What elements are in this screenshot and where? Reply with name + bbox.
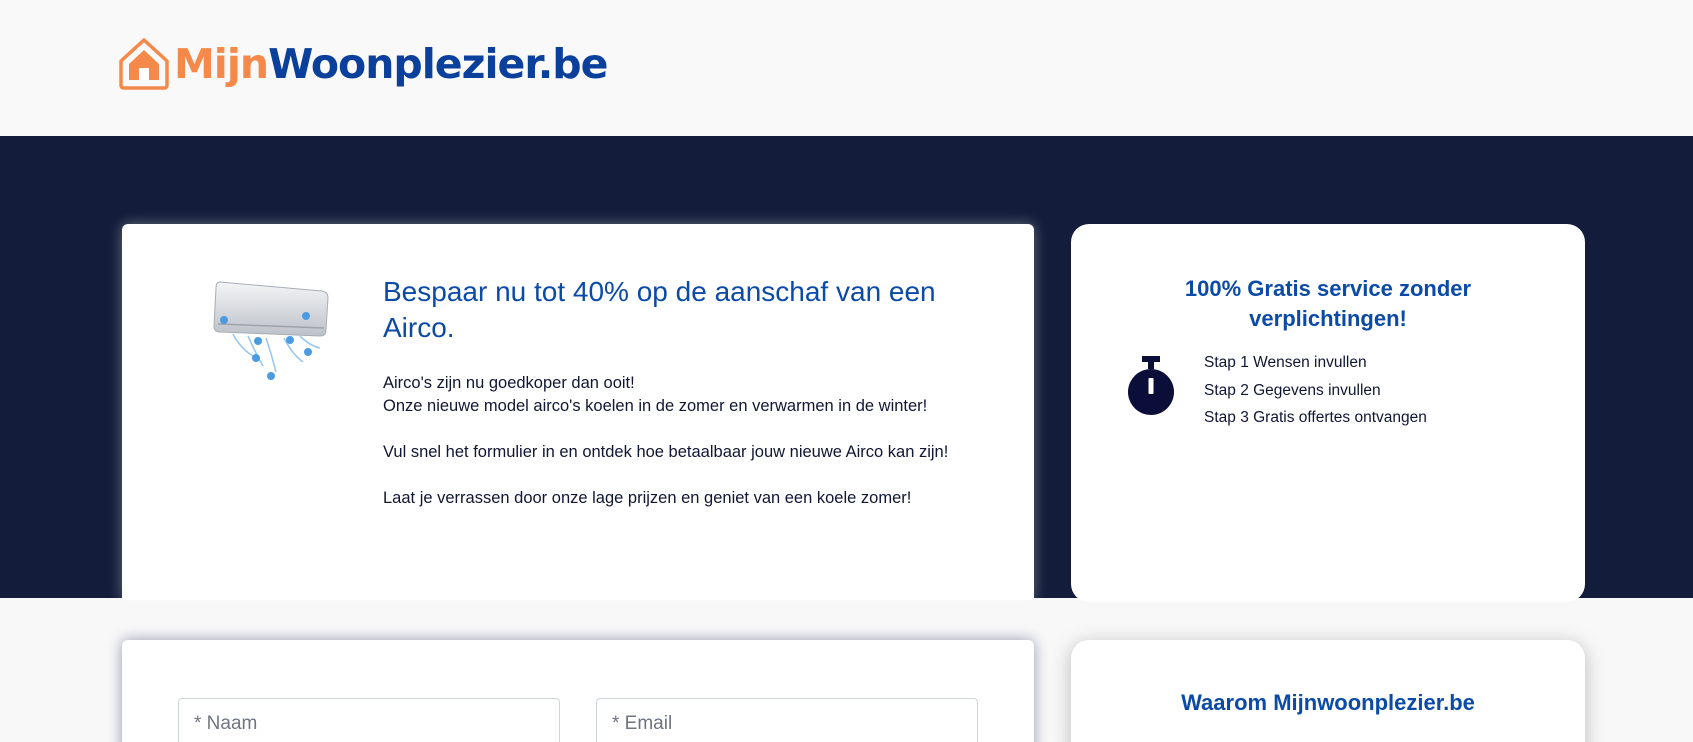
promo-card: Bespaar nu tot 40% op de aanschaf van ee… (122, 224, 1034, 600)
step-3: Stap 3 Gratis offertes ontvangen (1204, 409, 1427, 426)
service-title: 100% Gratis service zonder verplichtinge… (1184, 276, 1472, 331)
promo-paragraph-1: Airco's zijn nu goedkoper dan ooit! Onze… (383, 372, 993, 418)
logo-text-mijn: Mijn (174, 39, 269, 88)
logo-wordmark: MijnWoonplezier.be (174, 43, 608, 85)
email-input[interactable] (596, 698, 978, 742)
step-2: Stap 2 Gegevens invullen (1204, 381, 1381, 399)
step-1: Stap 1 Wensen invullen (1204, 354, 1367, 371)
service-steps: Stap 1 Wensen invullen Stap 2 Gegevens i… (1204, 349, 1427, 432)
promo-line-2: Onze nieuwe model airco's koelen in de z… (383, 397, 928, 415)
why-card: Waarom Mijnwoonplezier.be (1071, 640, 1585, 742)
promo-paragraph-3: Laat je verrassen door onze lage prijzen… (383, 489, 912, 507)
air-conditioner-icon (213, 281, 329, 380)
site-header: MijnWoonplezier.be (0, 0, 1693, 136)
name-input[interactable] (178, 698, 560, 742)
why-title: Waarom Mijnwoonplezier.be (1181, 690, 1475, 715)
stopwatch-icon (1128, 356, 1174, 415)
house-icon (119, 38, 169, 90)
promo-paragraph-2: Vul snel het formulier in en ontdek hoe … (383, 443, 949, 461)
service-card: 100% Gratis service zonder verplichtinge… (1071, 224, 1585, 602)
promo-line-1: Airco's zijn nu goedkoper dan ooit! (383, 374, 635, 392)
logo-text-woonplezier: Woonplezier.be (268, 39, 608, 88)
promo-body: Airco's zijn nu goedkoper dan ooit! Onze… (383, 372, 993, 533)
promo-headline: Bespaar nu tot 40% op de aanschaf van ee… (383, 276, 936, 343)
site-logo[interactable]: MijnWoonplezier.be (118, 34, 608, 94)
contact-form-card (122, 640, 1034, 742)
